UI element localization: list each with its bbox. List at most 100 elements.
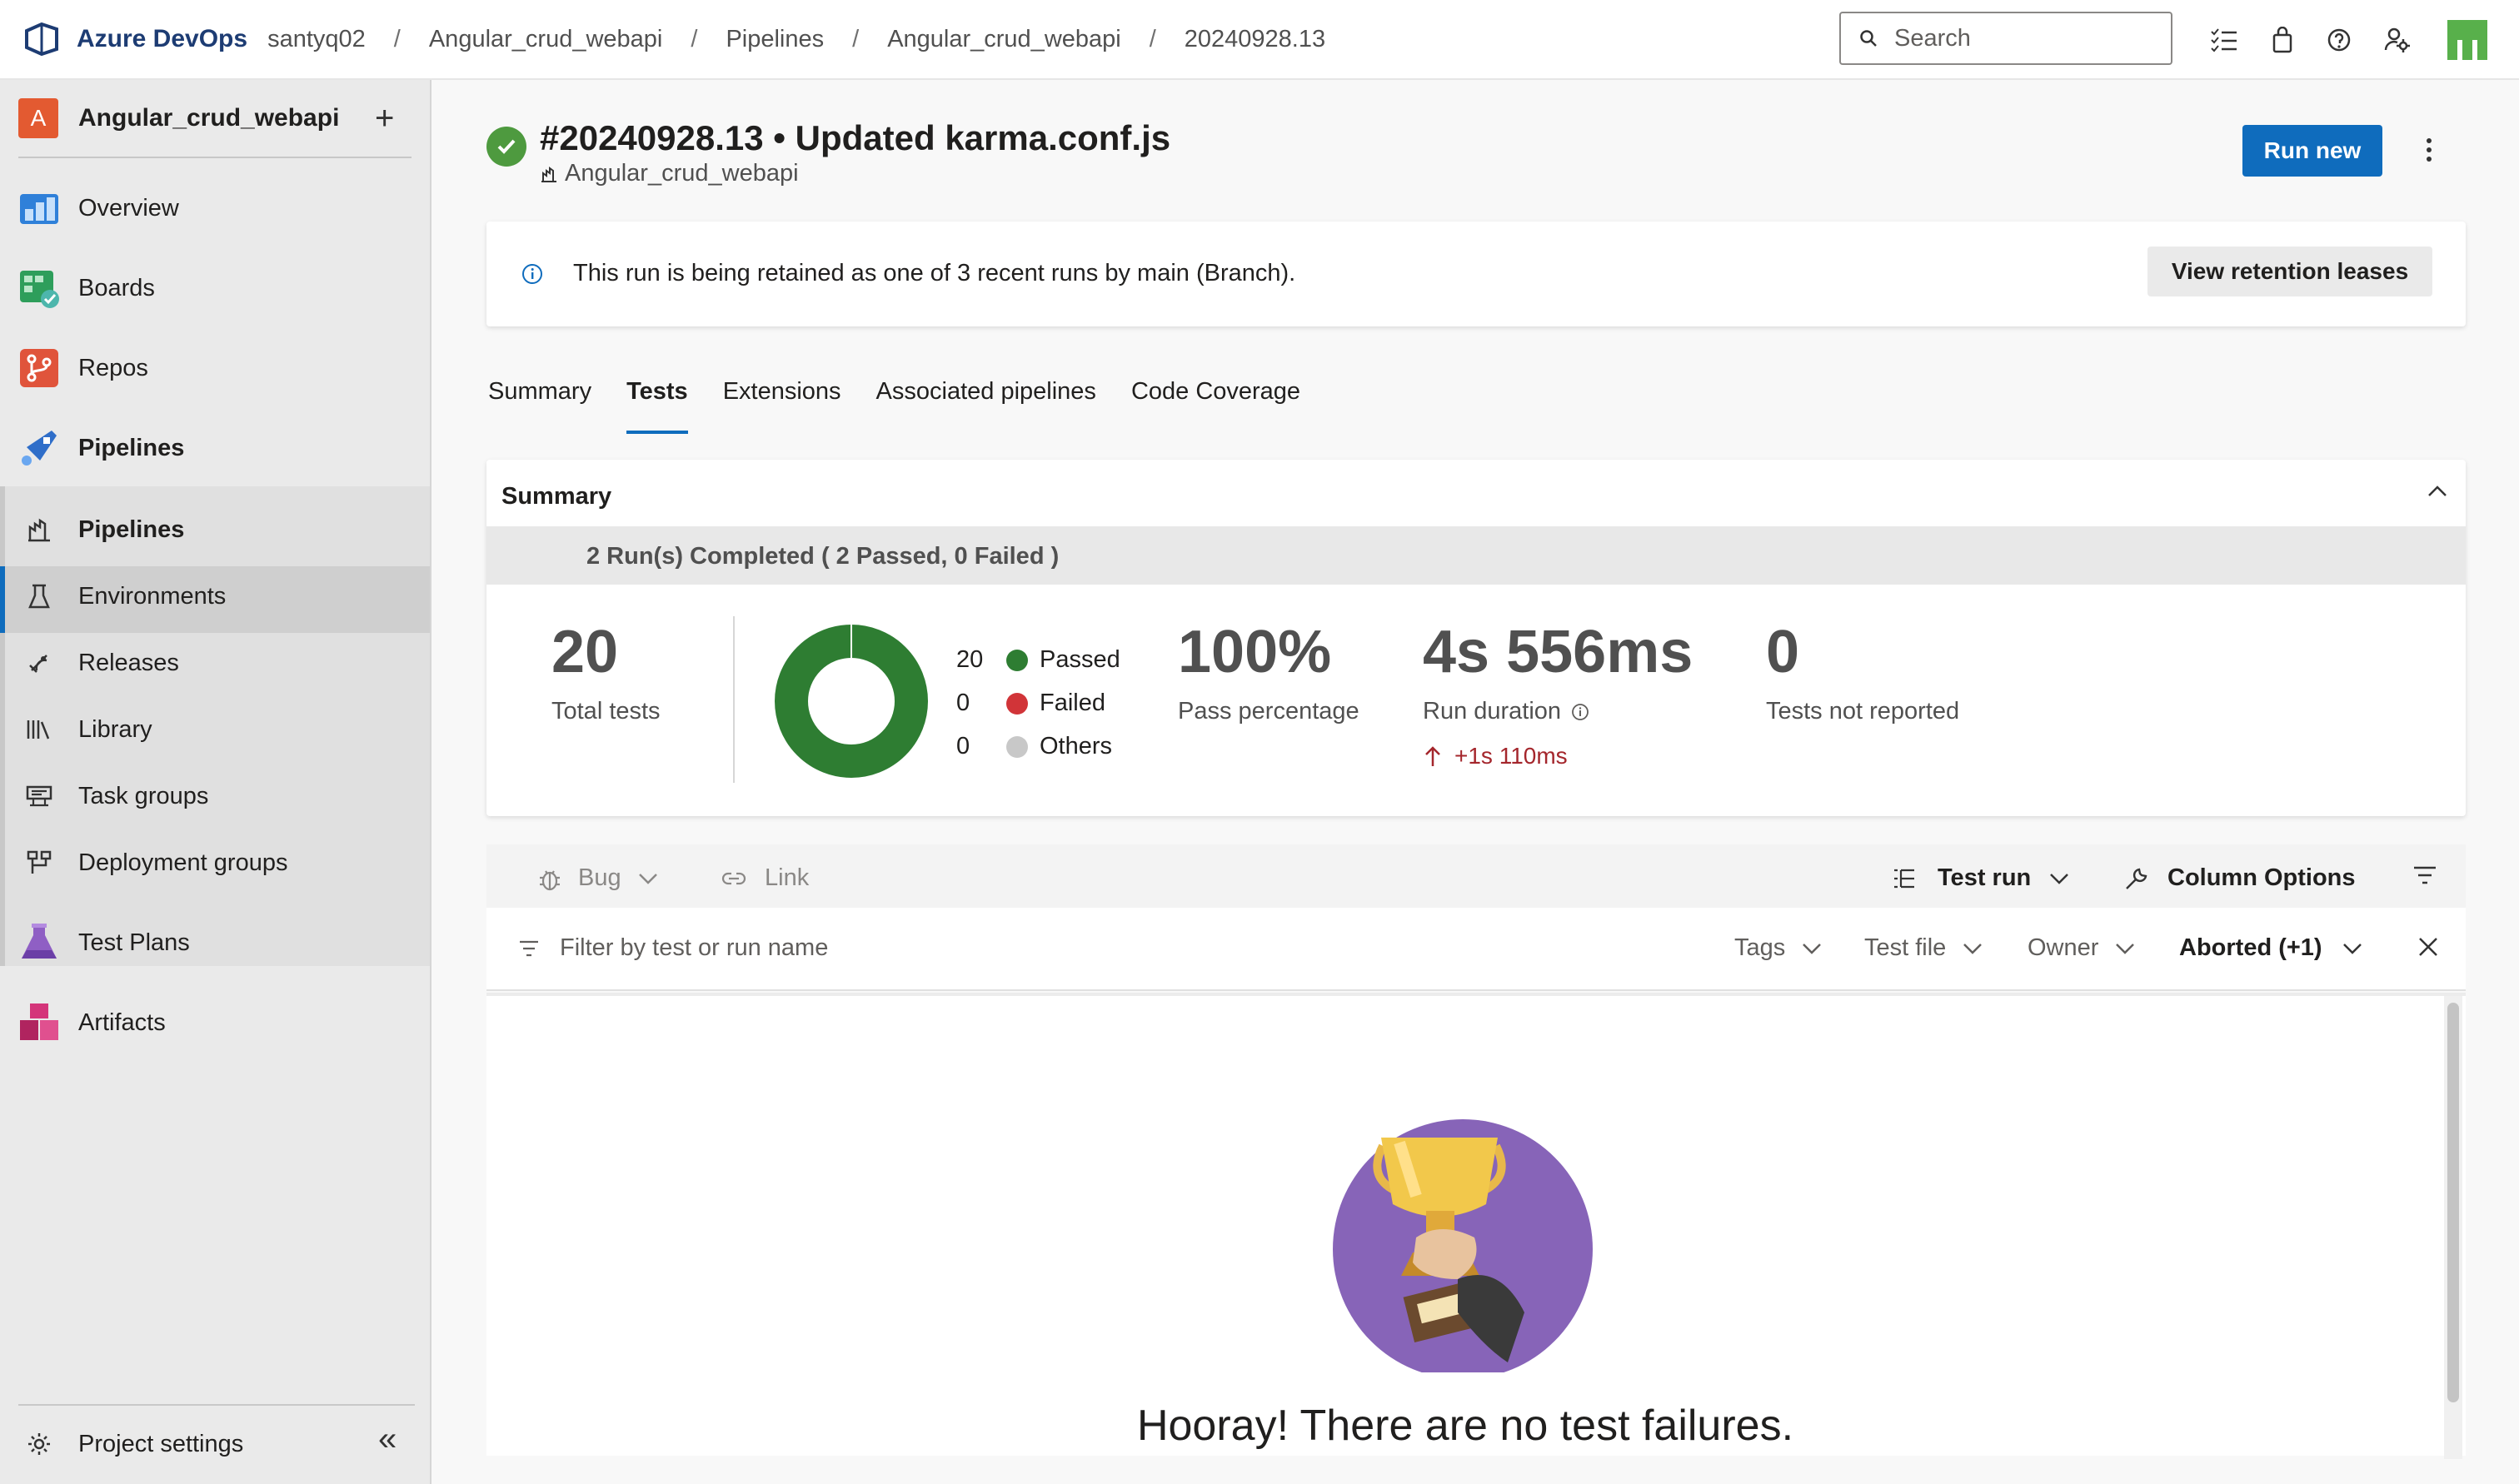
clear-filters-close-icon[interactable] xyxy=(2417,936,2439,958)
filter-toggle-icon[interactable] xyxy=(2412,864,2437,886)
tab-associated-pipelines[interactable]: Associated pipelines xyxy=(876,378,1096,427)
breadcrumb-pipeline[interactable]: Angular_crud_webapi xyxy=(887,26,1121,53)
owner-filter-dropdown[interactable]: Owner xyxy=(2028,934,2135,962)
sidebar-subitem-task-groups[interactable]: Task groups xyxy=(0,774,430,818)
project-settings-label: Project settings xyxy=(78,1430,244,1457)
boards-icon xyxy=(20,271,59,308)
brand-name[interactable]: Azure DevOps xyxy=(77,25,247,53)
more-options-icon[interactable] xyxy=(2412,133,2446,167)
run-pipeline-link[interactable]: Angular_crud_webapi xyxy=(540,160,799,187)
chevron-down-icon xyxy=(2050,873,2069,884)
test-run-groupby-dropdown[interactable]: Test run xyxy=(1893,864,2069,892)
sidebar-item-boards[interactable]: Boards xyxy=(0,266,430,310)
user-avatar[interactable] xyxy=(2444,17,2491,63)
bug-button[interactable]: Bug xyxy=(538,864,658,892)
run-duration-value: 4s 556ms xyxy=(1423,619,1693,685)
task-groups-icon xyxy=(26,785,52,807)
project-header[interactable]: A Angular_crud_webapi xyxy=(0,80,430,157)
legend-others: 0 Others xyxy=(956,733,1112,760)
search-box[interactable]: Search xyxy=(1839,12,2172,65)
no-failures-message: Hooray! There are no test failures. xyxy=(1136,1402,1794,1450)
add-icon[interactable]: + xyxy=(375,100,394,137)
sidebar-item-artifacts[interactable]: Artifacts xyxy=(0,1001,430,1044)
pipeline-icon xyxy=(541,166,556,182)
project-settings-link[interactable]: Project settings xyxy=(0,1422,430,1466)
pipeline-sub-icon xyxy=(28,518,50,542)
repos-icon xyxy=(20,349,58,387)
sidebar-item-label: Overview xyxy=(78,194,179,222)
top-bar: Azure DevOps santyq02 / Angular_crud_web… xyxy=(0,0,2519,80)
chevron-up-icon[interactable] xyxy=(2426,480,2449,503)
wrench-icon xyxy=(2126,868,2147,889)
sidebar-item-label: Task groups xyxy=(78,782,209,809)
divider xyxy=(18,1404,415,1406)
tab-tests[interactable]: Tests xyxy=(626,378,688,434)
tab-code-coverage[interactable]: Code Coverage xyxy=(1131,378,1300,427)
azure-devops-logo-icon[interactable] xyxy=(20,17,63,61)
column-options-button[interactable]: Column Options xyxy=(2124,864,2356,892)
sidebar-subitem-pipelines[interactable]: Pipelines xyxy=(0,508,430,551)
test-plans-icon xyxy=(22,924,57,959)
sidebar-item-label: Releases xyxy=(78,649,179,676)
gear-icon xyxy=(28,1433,50,1455)
sidebar-subitem-deployment-groups[interactable]: Deployment groups xyxy=(0,841,430,884)
project-name[interactable]: Angular_crud_webapi xyxy=(78,104,339,132)
shopping-bag-icon[interactable] xyxy=(2266,23,2299,57)
donut-slice-passed xyxy=(775,625,928,778)
breadcrumb-pipelines[interactable]: Pipelines xyxy=(726,26,824,53)
sidebar-subitem-library[interactable]: Library xyxy=(0,708,430,751)
search-input[interactable]: Search xyxy=(1894,25,1971,52)
overview-icon xyxy=(20,194,58,224)
pass-percentage-value: 100% xyxy=(1178,619,1332,685)
failed-dot-icon xyxy=(1006,692,1028,715)
tab-extensions[interactable]: Extensions xyxy=(723,378,841,427)
breadcrumb-org[interactable]: santyq02 xyxy=(267,26,366,53)
outcome-filter-dropdown[interactable]: Aborted (+1) xyxy=(2179,934,2362,962)
project-avatar: A xyxy=(18,98,58,138)
test-file-filter-dropdown[interactable]: Test file xyxy=(1864,934,1983,962)
link-icon xyxy=(721,872,746,884)
view-retention-leases-button[interactable]: View retention leases xyxy=(2147,247,2432,296)
filter-bar: Filter by test or run name Tags Test fil… xyxy=(486,908,2466,991)
breadcrumb-project[interactable]: Angular_crud_webapi xyxy=(429,26,663,53)
sidebar-item-label: Pipelines xyxy=(78,515,185,543)
bug-label: Bug xyxy=(578,864,621,891)
link-label: Link xyxy=(765,864,810,891)
run-pipeline-name: Angular_crud_webapi xyxy=(565,160,799,187)
info-icon[interactable] xyxy=(1571,703,1589,721)
sidebar-subitem-releases[interactable]: Releases xyxy=(0,641,430,685)
sidebar-item-repos[interactable]: Repos xyxy=(0,346,430,390)
sidebar-item-label: Artifacts xyxy=(78,1008,166,1036)
breadcrumb-separator: / xyxy=(1149,25,1156,52)
bug-icon xyxy=(540,869,560,890)
sidebar-item-pipelines[interactable]: Pipelines xyxy=(0,426,430,470)
filter-input[interactable]: Filter by test or run name xyxy=(560,934,828,962)
legend-count: 20 xyxy=(956,646,984,673)
collapse-sidebar-icon[interactable]: « xyxy=(378,1421,397,1458)
tab-summary[interactable]: Summary xyxy=(488,378,591,427)
retention-message: This run is being retained as one of 3 r… xyxy=(573,260,1296,286)
trophy-illustration-icon xyxy=(1333,1119,1593,1372)
help-icon[interactable] xyxy=(2322,23,2356,57)
tags-filter-dropdown[interactable]: Tags xyxy=(1734,934,1822,962)
arrow-up-icon xyxy=(1425,746,1440,766)
scrollbar-thumb[interactable] xyxy=(2447,1003,2459,1402)
sidebar-subitem-environments[interactable]: Environments xyxy=(0,575,430,618)
releases-icon xyxy=(29,655,47,673)
sidebar-item-label: Library xyxy=(78,715,152,743)
breadcrumb-run[interactable]: 20240928.13 xyxy=(1185,26,1325,53)
run-new-button[interactable]: Run new xyxy=(2242,125,2382,177)
sidebar-item-test-plans[interactable]: Test Plans xyxy=(0,921,430,964)
pipelines-icon xyxy=(22,431,57,466)
summary-heading: Summary xyxy=(501,483,612,510)
link-button[interactable]: Link xyxy=(721,864,809,892)
tests-not-reported-value: 0 xyxy=(1766,619,1800,685)
user-settings-icon[interactable] xyxy=(2381,23,2414,57)
sidebar-item-overview[interactable]: Overview xyxy=(0,187,430,230)
sidebar-item-label: Deployment groups xyxy=(78,849,288,876)
task-list-icon[interactable] xyxy=(2207,23,2241,57)
duration-delta-value: +1s 110ms xyxy=(1454,743,1568,769)
filter-search[interactable]: Filter by test or run name xyxy=(518,934,828,962)
run-tabs: Summary Tests Extensions Associated pipe… xyxy=(488,378,1335,434)
outcome-filter-label: Aborted (+1) xyxy=(2179,934,2322,961)
